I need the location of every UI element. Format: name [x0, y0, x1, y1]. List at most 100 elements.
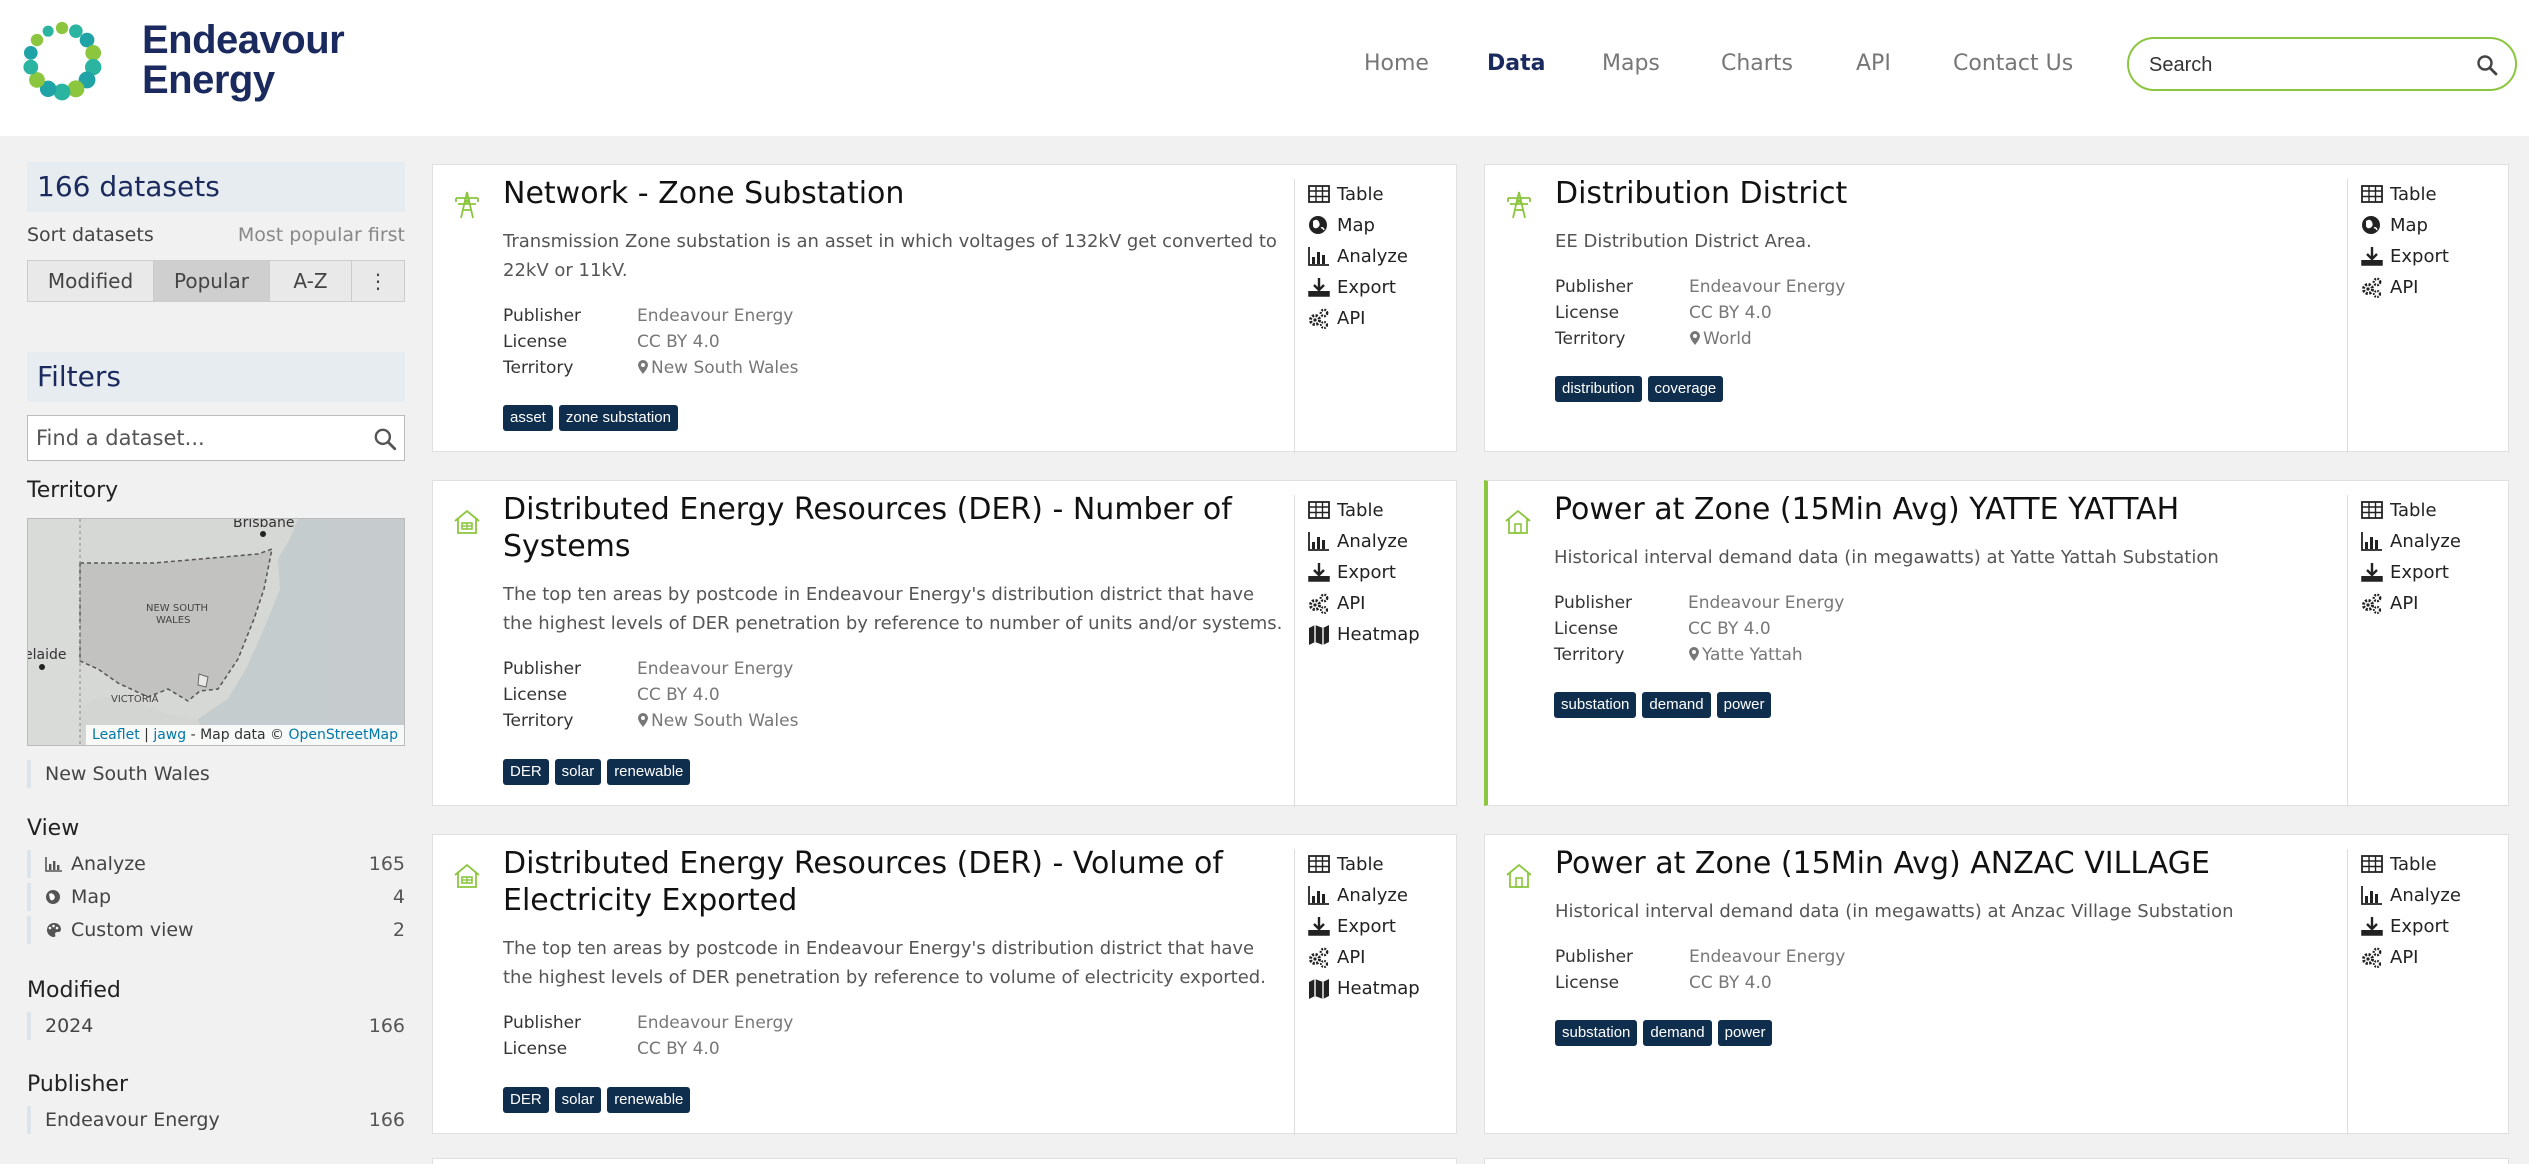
dataset-actions: Table Map Export API [2347, 179, 2507, 453]
action-export-link[interactable]: Export [1295, 557, 1454, 588]
dataset-card[interactable]: Distributed Energy Resources (DER) - Vol… [432, 834, 1457, 1135]
nav-data[interactable]: Data [1487, 46, 1545, 82]
action-api-link[interactable]: API [1295, 588, 1454, 619]
territory-heading: Territory [27, 478, 119, 503]
territory-map[interactable]: Brisbane NEW SOUTH WALES VICTORIA elaide… [27, 518, 405, 746]
nav-home[interactable]: Home [1364, 46, 1429, 82]
leaflet-link[interactable]: Leaflet [92, 727, 140, 743]
filter-view-map[interactable]: Map 4 [27, 883, 405, 911]
search-icon[interactable] [372, 426, 398, 452]
action-map-link[interactable]: Map [2348, 210, 2507, 241]
action-analyze-link[interactable]: Analyze [1295, 880, 1454, 911]
dataset-title[interactable]: Power at Zone (15Min Avg) ANZAC VILLAGE [1555, 845, 2210, 882]
tag[interactable]: DER [503, 1087, 549, 1113]
download-icon [1308, 917, 1330, 936]
action-api-link[interactable]: API [2348, 588, 2507, 619]
dataset-card[interactable]: Network - Zone Substation Transmission Z… [432, 164, 1457, 453]
sort-popular-button[interactable]: Popular [154, 261, 270, 301]
map-canvas[interactable]: Brisbane NEW SOUTH WALES VICTORIA elaide [28, 519, 405, 746]
sort-az-button[interactable]: A-Z [270, 261, 352, 301]
site-search-input[interactable] [2149, 51, 2469, 79]
sort-modified-button[interactable]: Modified [28, 261, 154, 301]
table-icon [1308, 501, 1330, 519]
bar-chart-icon [1308, 886, 1329, 905]
tag[interactable]: demand [1643, 1020, 1712, 1046]
dataset-card[interactable] [432, 1158, 1457, 1164]
action-api-link[interactable]: API [2348, 942, 2507, 973]
action-table-link[interactable]: Table [1295, 495, 1454, 526]
dataset-title[interactable]: Power at Zone (15Min Avg) YATTE YATTAH [1554, 491, 2179, 528]
action-table-link[interactable]: Table [2348, 849, 2507, 880]
gears-icon [2362, 593, 2382, 614]
tag[interactable]: renewable [607, 759, 691, 785]
tag[interactable]: renewable [607, 1087, 691, 1113]
tag[interactable]: solar [554, 759, 602, 785]
download-icon [2361, 247, 2383, 266]
action-map-link[interactable]: Map [1295, 210, 1454, 241]
dataset-count: 166 datasets [27, 162, 405, 212]
globe-icon [2362, 216, 2380, 234]
action-export-link[interactable]: Export [2348, 241, 2507, 272]
dataset-card[interactable] [1484, 1158, 2509, 1164]
action-table-link[interactable]: Table [1295, 179, 1454, 210]
filter-modified-2024[interactable]: 2024 166 [27, 1012, 405, 1040]
endeavour-energy-logo[interactable]: Endeavour Energy [20, 18, 350, 102]
nav-maps[interactable]: Maps [1602, 46, 1660, 82]
filter-territory-nsw[interactable]: New South Wales [27, 760, 405, 788]
dataset-card[interactable]: Power at Zone (15Min Avg) YATTE YATTAH H… [1484, 480, 2509, 807]
filter-view-analyze[interactable]: Analyze 165 [27, 850, 405, 878]
dataset-actions: Table Analyze Export API [2347, 495, 2507, 807]
sort-more-button[interactable]: ⋮ [352, 261, 404, 301]
action-analyze-link[interactable]: Analyze [2348, 880, 2507, 911]
filter-publisher-endeavour[interactable]: Endeavour Energy 166 [27, 1106, 405, 1134]
tag[interactable]: DER [503, 759, 549, 785]
openstreetmap-link[interactable]: OpenStreetMap [289, 727, 398, 743]
tag[interactable]: power [1716, 692, 1772, 718]
tag[interactable]: power [1717, 1020, 1773, 1046]
filter-view-custom[interactable]: Custom view 2 [27, 916, 405, 944]
nav-charts[interactable]: Charts [1721, 46, 1793, 82]
action-heatmap-link[interactable]: Heatmap [1295, 619, 1454, 650]
tag[interactable]: coverage [1647, 376, 1724, 402]
dataset-title[interactable]: Distributed Energy Resources (DER) - Num… [503, 491, 1232, 565]
dataset-description: Historical interval demand data (in mega… [1555, 901, 2234, 922]
map-marker-icon [1689, 647, 1699, 661]
action-table-link[interactable]: Table [1295, 849, 1454, 880]
action-heatmap-link[interactable]: Heatmap [1295, 973, 1454, 1004]
action-export-link[interactable]: Export [2348, 557, 2507, 588]
search-icon[interactable] [2475, 53, 2499, 77]
dataset-actions: Table Analyze Export API Heatmap [1294, 495, 1454, 807]
action-api-link[interactable]: API [2348, 272, 2507, 303]
action-export-link[interactable]: Export [2348, 911, 2507, 942]
action-analyze-link[interactable]: Analyze [1295, 526, 1454, 557]
tag[interactable]: substation [1554, 692, 1637, 718]
dataset-title[interactable]: Distribution District [1555, 175, 1847, 212]
dataset-tags: substation demand power [1554, 692, 1772, 718]
jawg-link[interactable]: jawg [153, 727, 186, 743]
action-table-link[interactable]: Table [2348, 495, 2507, 526]
tag[interactable]: asset [503, 405, 553, 431]
action-api-link[interactable]: API [1295, 942, 1454, 973]
download-icon [1308, 563, 1330, 582]
dataset-description: Historical interval demand data (in mega… [1554, 547, 2219, 568]
tag[interactable]: solar [554, 1087, 602, 1113]
dataset-title[interactable]: Network - Zone Substation [503, 175, 904, 212]
dataset-card[interactable]: Power at Zone (15Min Avg) ANZAC VILLAGE … [1484, 834, 2509, 1135]
dataset-card[interactable]: Distribution District EE Distribution Di… [1484, 164, 2509, 453]
action-api-link[interactable]: API [1295, 303, 1454, 334]
action-analyze-link[interactable]: Analyze [1295, 241, 1454, 272]
action-table-link[interactable]: Table [2348, 179, 2507, 210]
tag[interactable]: substation [1555, 1020, 1638, 1046]
action-export-link[interactable]: Export [1295, 911, 1454, 942]
dataset-title[interactable]: Distributed Energy Resources (DER) - Vol… [503, 845, 1223, 919]
find-dataset-input[interactable] [36, 424, 356, 452]
tag[interactable]: demand [1642, 692, 1711, 718]
dataset-card[interactable]: Distributed Energy Resources (DER) - Num… [432, 480, 1457, 807]
nav-api[interactable]: API [1856, 46, 1891, 82]
tag[interactable]: distribution [1555, 376, 1642, 402]
action-analyze-link[interactable]: Analyze [2348, 526, 2507, 557]
action-export-link[interactable]: Export [1295, 272, 1454, 303]
nav-contact-us[interactable]: Contact Us [1953, 46, 2073, 82]
dataset-meta: Publisher Endeavour Energy License CC BY 4… [1555, 277, 1846, 349]
tag[interactable]: zone substation [558, 405, 678, 431]
